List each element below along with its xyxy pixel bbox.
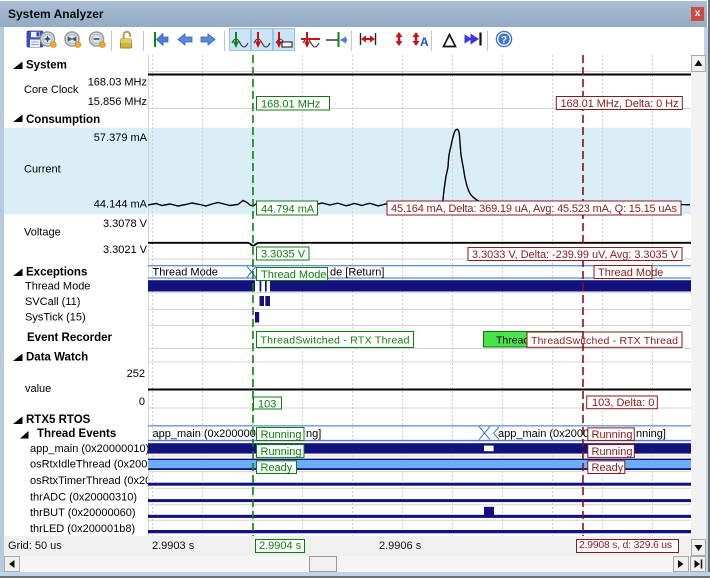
svg-text:45.164 mA, Delta: 369.19 uA, A: 45.164 mA, Delta: 369.19 uA, Avg: 45.523…	[391, 203, 678, 215]
svg-text:3.3035 V: 3.3035 V	[261, 249, 306, 261]
svg-text:SysTick (15): SysTick (15)	[25, 312, 86, 324]
svg-text:Current: Current	[24, 164, 61, 176]
svg-text:252: 252	[127, 368, 145, 380]
svg-text:app_main (0x20000010): app_main (0x20000010)	[30, 443, 149, 455]
svg-text:0: 0	[139, 396, 145, 408]
svg-text:?: ?	[501, 34, 507, 46]
svg-text:Data Watch: Data Watch	[26, 351, 88, 363]
svg-text:44.144 mA: 44.144 mA	[94, 199, 148, 211]
svg-text:103, Delta: 0: 103, Delta: 0	[592, 397, 654, 409]
svg-text:app_main (0x2000: app_main (0x2000	[498, 428, 589, 440]
svg-text:ng]: ng]	[306, 428, 321, 440]
svg-text:Ready: Ready	[592, 462, 624, 474]
svg-text:Voltage: Voltage	[24, 227, 61, 239]
svg-text:Running: Running	[592, 429, 633, 441]
svg-text:nning]: nning]	[636, 428, 666, 440]
svg-text:ThreadSwitched - RTX Thread: ThreadSwitched - RTX Thread	[531, 335, 678, 347]
svg-text:57.379 mA: 57.379 mA	[94, 132, 148, 144]
svg-text:168.03 MHz: 168.03 MHz	[88, 77, 147, 89]
svg-text:3.3033 V, Delta: -239.99 uV, A: 3.3033 V, Delta: -239.99 uV, Avg: 3.3035…	[472, 249, 679, 261]
svg-text:de [Return]: de [Return]	[330, 267, 384, 279]
svg-text:Event Recorder: Event Recorder	[27, 332, 113, 344]
svg-text:Thread Mode: Thread Mode	[261, 269, 326, 281]
svg-text:Running: Running	[261, 429, 302, 441]
svg-text:System: System	[26, 59, 67, 71]
svg-text:3.3078 V: 3.3078 V	[103, 218, 148, 230]
svg-text:Running: Running	[592, 446, 633, 458]
svg-text:RTX5 RTOS: RTX5 RTOS	[26, 414, 91, 426]
svg-text:168.01 MHz: 168.01 MHz	[261, 98, 320, 110]
svg-text:Running: Running	[261, 446, 302, 458]
svg-text:3.3021 V: 3.3021 V	[103, 244, 148, 256]
svg-text:value: value	[25, 383, 51, 395]
svg-text:Core Clock: Core Clock	[24, 84, 79, 96]
svg-text:thrLED (0x200001b8): thrLED (0x200001b8)	[30, 523, 135, 535]
svg-text:15.856 MHz: 15.856 MHz	[88, 96, 147, 108]
svg-text:thrBUT (0x20000060): thrBUT (0x20000060)	[30, 507, 136, 519]
svg-text:44.794 mA: 44.794 mA	[261, 203, 315, 215]
svg-text:Thread Events: Thread Events	[37, 428, 116, 440]
svg-text:Consumption: Consumption	[26, 114, 100, 126]
svg-text:Ready: Ready	[261, 462, 293, 474]
svg-text:app_main (0x2000001: app_main (0x2000001	[153, 428, 262, 440]
svg-text:168.01 MHz, Delta: 0 Hz: 168.01 MHz, Delta: 0 Hz	[561, 98, 679, 110]
svg-text:Thread Mode: Thread Mode	[153, 267, 218, 279]
svg-text:Thread Mode: Thread Mode	[25, 280, 90, 292]
svg-text:Exceptions: Exceptions	[26, 266, 87, 278]
svg-text:Thread Mode: Thread Mode	[598, 267, 663, 279]
svg-text:A: A	[420, 35, 429, 49]
svg-text:osRtxTimerThread (0x2000: osRtxTimerThread (0x2000	[30, 475, 163, 487]
svg-text:thrADC (0x20000310): thrADC (0x20000310)	[30, 491, 137, 503]
svg-text:103: 103	[258, 398, 276, 410]
svg-text:osRtxIdleThread (0x20000: osRtxIdleThread (0x20000	[30, 459, 160, 471]
svg-text:SVCall (11): SVCall (11)	[25, 296, 80, 308]
svg-text:ThreadSwitched - RTX Thread: ThreadSwitched - RTX Thread	[261, 334, 410, 346]
